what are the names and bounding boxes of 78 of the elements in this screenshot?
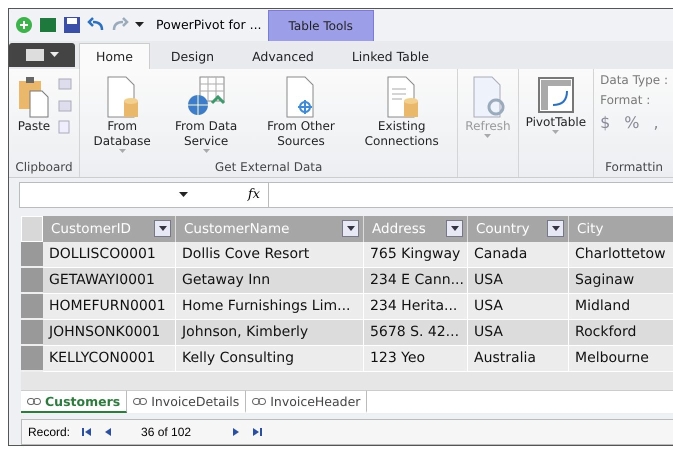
table-cell: USA (468, 294, 569, 320)
table-cell: KELLYCON0001 (43, 346, 176, 372)
table-cell: Melbourne (569, 346, 673, 372)
filter-button[interactable] (342, 220, 359, 238)
group-label: Get External Data (214, 160, 324, 176)
table-cell: DOLLISCO0001 (43, 242, 176, 268)
ribbon-button[interactable]: PivotTable (524, 72, 588, 136)
ribbon-tab[interactable]: Design (154, 42, 232, 69)
caret-icon (346, 226, 354, 232)
save-icon[interactable] (63, 16, 81, 34)
caret-icon (484, 134, 492, 138)
table-cell: Australia (468, 346, 569, 372)
caret-icon (135, 22, 144, 28)
row-selector[interactable] (21, 294, 43, 320)
row-selector[interactable] (21, 346, 43, 372)
table-cell: USA (468, 320, 569, 346)
ribbon-button[interactable]: Existing Connections (352, 72, 452, 151)
table-cell: 234 Herita... (364, 294, 468, 320)
first-record-button[interactable] (80, 428, 94, 436)
ribbon-tab[interactable]: Linked Table (334, 42, 446, 69)
table-cell: Getaway Inn (176, 268, 364, 294)
pivot-table-icon (536, 74, 576, 115)
ribbon-tab[interactable]: Advanced (235, 42, 331, 69)
table-cell: USA (468, 268, 569, 294)
app-icon (15, 16, 33, 34)
function-label[interactable]: fx (248, 187, 260, 202)
ribbon-tab[interactable]: Home (79, 42, 150, 69)
caret-icon (450, 226, 458, 232)
table-cell: JOHNSONK0001 (43, 320, 176, 346)
table-cell: Dollis Cove Resort (176, 242, 364, 268)
previous-record-button[interactable] (103, 428, 114, 436)
sheet-tab[interactable]: Customers (21, 391, 128, 414)
file-menu-button[interactable] (9, 42, 75, 67)
row-selector[interactable] (21, 242, 43, 268)
table-cell: Kelly Consulting (176, 346, 364, 372)
table-cell: 5678 S. 42... (364, 320, 468, 346)
record-position: 36 of 102 (141, 425, 192, 440)
table-cell: Canada (468, 242, 569, 268)
table-cell: Rockford (569, 320, 673, 346)
filter-button[interactable] (547, 220, 564, 238)
next-record-button[interactable] (231, 428, 242, 436)
last-record-button[interactable] (251, 428, 264, 436)
table-cell: 765 Kingway (364, 242, 468, 268)
group-label: Clipboard (15, 160, 73, 176)
table-cell: HOMEFURN0001 (43, 294, 176, 320)
table-cell: GETAWAYI0001 (43, 268, 176, 294)
group-label: Formattin (604, 160, 664, 176)
table-cell: Home Furnishings Lim... (176, 294, 364, 320)
link-icon (133, 398, 148, 405)
ribbon-button[interactable]: Paste (15, 72, 53, 136)
ribbon-button[interactable]: From Database (86, 72, 158, 155)
ribbon-button[interactable]: From Data Service (162, 72, 250, 155)
undo-icon[interactable] (87, 16, 105, 33)
caret-icon (118, 148, 126, 153)
link-icon (27, 398, 41, 405)
format-label: Format : (600, 92, 652, 107)
record-label: Record: (28, 425, 70, 440)
row-selector[interactable] (21, 268, 43, 294)
caret-icon (552, 226, 560, 232)
format-label: Data Type : (600, 72, 668, 87)
caret-icon (552, 130, 560, 134)
filter-button[interactable] (446, 220, 463, 238)
table-cell: Saginaw (569, 268, 673, 294)
context-tab[interactable]: Table Tools (268, 10, 374, 41)
table-cell: Johnson, Kimberly (176, 320, 364, 346)
ribbon-button[interactable]: From Other Sources (254, 72, 348, 151)
row-selector[interactable] (21, 320, 43, 346)
filter-button[interactable] (154, 220, 171, 238)
caret-icon (50, 52, 58, 58)
table-cell: 123 Yeo (364, 346, 468, 372)
caret-icon (202, 148, 210, 153)
window-title: PowerPivot for ... (156, 17, 262, 32)
table-cell: Charlottetow (569, 242, 673, 268)
link-icon (252, 398, 266, 405)
table-cell: Midland (569, 294, 673, 320)
table-cell: 234 E Cann... (364, 268, 468, 294)
caret-icon (158, 226, 166, 232)
caret-icon (178, 192, 188, 198)
